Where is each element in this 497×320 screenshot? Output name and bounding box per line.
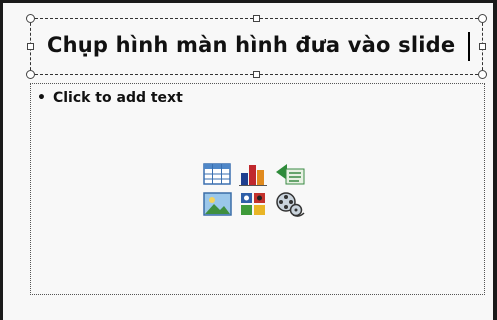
resize-handle-top-right[interactable]: [478, 14, 487, 23]
window-edge-left: [0, 0, 3, 320]
title-placeholder[interactable]: Chụp hình màn hình đưa vào slide: [26, 14, 487, 79]
content-placeholder-text: Click to add text: [52, 90, 183, 106]
bullet-dot-icon: •: [37, 90, 46, 106]
insert-media-icon[interactable]: [273, 189, 307, 219]
resize-handle-top-left[interactable]: [26, 14, 35, 23]
insert-chart-icon[interactable]: [237, 159, 271, 189]
content-placeholder[interactable]: • Click to add text: [30, 83, 485, 295]
insert-clip-art-icon[interactable]: [237, 189, 271, 219]
resize-handle-bottom-left[interactable]: [26, 70, 35, 79]
window-edge-right: [493, 0, 497, 320]
insert-table-icon[interactable]: [201, 159, 235, 189]
text-cursor: [468, 32, 470, 61]
resize-handle-left[interactable]: [27, 43, 34, 50]
insert-content-icons: [201, 159, 309, 217]
resize-handle-bottom[interactable]: [253, 71, 260, 78]
content-bullet[interactable]: • Click to add text: [37, 90, 183, 106]
insert-smartart-icon[interactable]: [273, 159, 307, 189]
window-edge-top: [0, 0, 497, 3]
insert-picture-icon[interactable]: [201, 189, 235, 219]
resize-handle-right[interactable]: [479, 43, 486, 50]
resize-handle-bottom-right[interactable]: [478, 70, 487, 79]
resize-handle-top[interactable]: [253, 15, 260, 22]
slide-title[interactable]: Chụp hình màn hình đưa vào slide: [47, 33, 455, 57]
slide-canvas: Chụp hình màn hình đưa vào slide • Click …: [0, 0, 497, 320]
